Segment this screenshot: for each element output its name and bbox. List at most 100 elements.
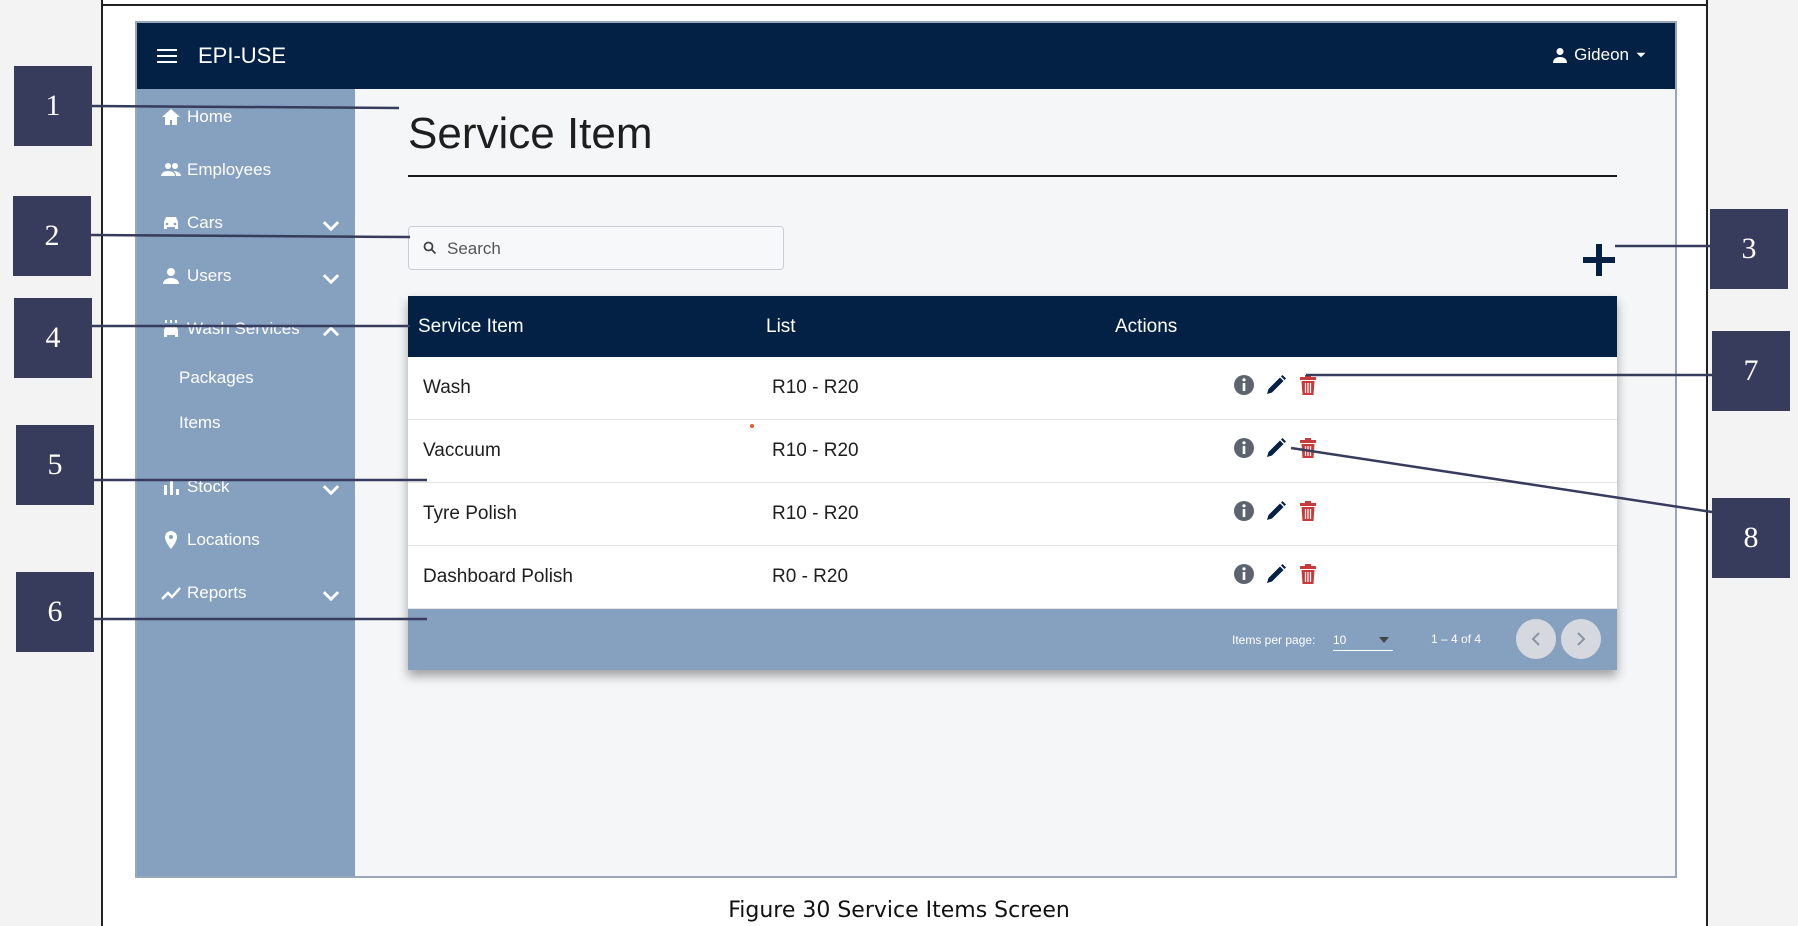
sidebar-item-label: Locations [187, 530, 260, 549]
chevron-left-icon [1531, 632, 1540, 646]
edit-pencil-icon[interactable] [1264, 436, 1288, 460]
row-actions [1232, 373, 1320, 397]
location-pin-icon [165, 531, 177, 549]
page-title: Service Item [408, 109, 653, 158]
app-screenshot: EPI-USE Gideon Home Employees Cars Users… [135, 21, 1677, 878]
hamburger-menu-icon[interactable] [157, 49, 177, 63]
sidebar-item-cars[interactable]: Cars [161, 213, 341, 233]
table-row: Vaccuum R10 - R20 [408, 420, 1617, 483]
service-item-name: Tyre Polish [423, 503, 517, 524]
service-item-name: Dashboard Polish [423, 566, 573, 587]
info-icon[interactable] [1232, 436, 1256, 460]
callout-2: 2 [13, 196, 91, 276]
sidebar-item-label: Home [187, 107, 233, 126]
vertical-scrollbar[interactable] [1675, 89, 1677, 878]
previous-page-button[interactable] [1516, 619, 1556, 659]
main-content: Service Item Service Item List Actions W… [355, 89, 1677, 878]
table-row: Wash R10 - R20 [408, 357, 1617, 420]
column-header-list[interactable]: List [766, 316, 796, 338]
row-actions [1232, 562, 1320, 586]
chevron-down-icon [322, 485, 340, 496]
chevron-down-icon [322, 274, 340, 285]
caret-down-icon [1636, 52, 1646, 58]
table-paginator: Items per page: 10 1 – 4 of 4 [408, 609, 1617, 670]
items-per-page-value: 10 [1333, 633, 1347, 647]
figure-caption: Figure 30 Service Items Screen [728, 898, 1070, 923]
table-row: Tyre Polish R10 - R20 [408, 483, 1617, 546]
next-page-button[interactable] [1561, 619, 1601, 659]
service-item-name: Wash [423, 377, 471, 398]
user-name: Gideon [1574, 45, 1629, 64]
service-items-table: Service Item List Actions Wash R10 - R20… [408, 296, 1617, 670]
title-divider [408, 175, 1617, 177]
service-item-name: Vaccuum [423, 440, 501, 461]
sidebar-nav: Home Employees Cars Users Wash Services [137, 89, 355, 876]
sidebar-item-users[interactable]: Users [161, 266, 341, 286]
chevron-up-icon [322, 326, 340, 337]
callout-4: 4 [14, 298, 92, 378]
sidebar-item-label: Users [187, 266, 232, 285]
people-icon [161, 163, 181, 176]
sidebar-item-label: Cars [187, 213, 223, 232]
items-per-page-select[interactable]: 10 [1333, 631, 1393, 651]
column-header-service-item[interactable]: Service Item [418, 316, 524, 338]
service-item-list: R0 - R20 [772, 566, 849, 587]
delete-trash-icon[interactable] [1296, 436, 1320, 460]
info-icon[interactable] [1232, 562, 1256, 586]
page-range-label: 1 – 4 of 4 [1431, 632, 1482, 646]
callout-8: 8 [1712, 498, 1790, 578]
delete-trash-icon[interactable] [1296, 373, 1320, 397]
sidebar-item-home[interactable]: Home [161, 107, 341, 127]
account-icon [1553, 48, 1568, 63]
chevron-right-icon [1577, 632, 1586, 646]
sidebar-item-label: Stock [187, 477, 230, 496]
search-icon [423, 241, 437, 255]
figure-border-top [103, 4, 1706, 6]
brand-title: EPI-USE [198, 43, 287, 68]
chevron-down-icon [322, 221, 340, 232]
user-menu[interactable]: Gideon [1552, 45, 1647, 65]
sidebar-item-wash-services[interactable]: Wash Services [161, 319, 341, 339]
bar-chart-icon [164, 480, 179, 495]
add-icon[interactable] [1580, 241, 1618, 279]
home-icon [162, 109, 180, 125]
sidebar-item-locations[interactable]: Locations [161, 530, 341, 550]
top-app-bar: EPI-USE Gideon [137, 23, 1675, 89]
user-icon [163, 268, 179, 284]
items-per-page-label: Items per page: [1232, 633, 1316, 647]
table-row: Dashboard Polish R0 - R20 [408, 546, 1617, 609]
column-header-actions: Actions [1115, 316, 1178, 337]
sidebar-item-label: Employees [187, 160, 272, 179]
delete-trash-icon[interactable] [1296, 499, 1320, 523]
service-item-list: R10 - R20 [772, 377, 859, 398]
edit-pencil-icon[interactable] [1264, 562, 1288, 586]
dropdown-caret-icon [1379, 637, 1389, 643]
sidebar-item-reports[interactable]: Reports [161, 583, 341, 603]
sidebar-item-label: Reports [187, 583, 247, 602]
info-icon[interactable] [1232, 373, 1256, 397]
row-actions [1232, 499, 1320, 523]
sidebar-subitem-packages[interactable]: Packages [179, 368, 254, 388]
trend-line-icon [161, 587, 181, 600]
scroll-thumb[interactable] [1675, 109, 1677, 499]
car-icon [164, 217, 178, 229]
row-actions [1232, 436, 1320, 460]
document-page: EPI-USE Gideon Home Employees Cars Users… [0, 0, 1798, 926]
edit-pencil-icon[interactable] [1264, 373, 1288, 397]
sidebar-item-label: Wash Services [187, 319, 300, 338]
sidebar-item-employees[interactable]: Employees [161, 160, 341, 180]
info-icon[interactable] [1232, 499, 1256, 523]
service-item-list: R10 - R20 [772, 440, 859, 461]
callout-5: 5 [16, 425, 94, 505]
sidebar-item-stock[interactable]: Stock [161, 477, 341, 497]
page-margin-right [1706, 0, 1798, 926]
delete-trash-icon[interactable] [1296, 562, 1320, 586]
search-input[interactable] [447, 237, 767, 261]
search-box[interactable] [408, 226, 784, 270]
edit-pencil-icon[interactable] [1264, 499, 1288, 523]
service-item-list: R10 - R20 [772, 503, 859, 524]
callout-7: 7 [1712, 331, 1790, 411]
sidebar-subitem-items[interactable]: Items [179, 413, 221, 433]
callout-1: 1 [14, 66, 92, 146]
stray-marker [750, 424, 754, 428]
